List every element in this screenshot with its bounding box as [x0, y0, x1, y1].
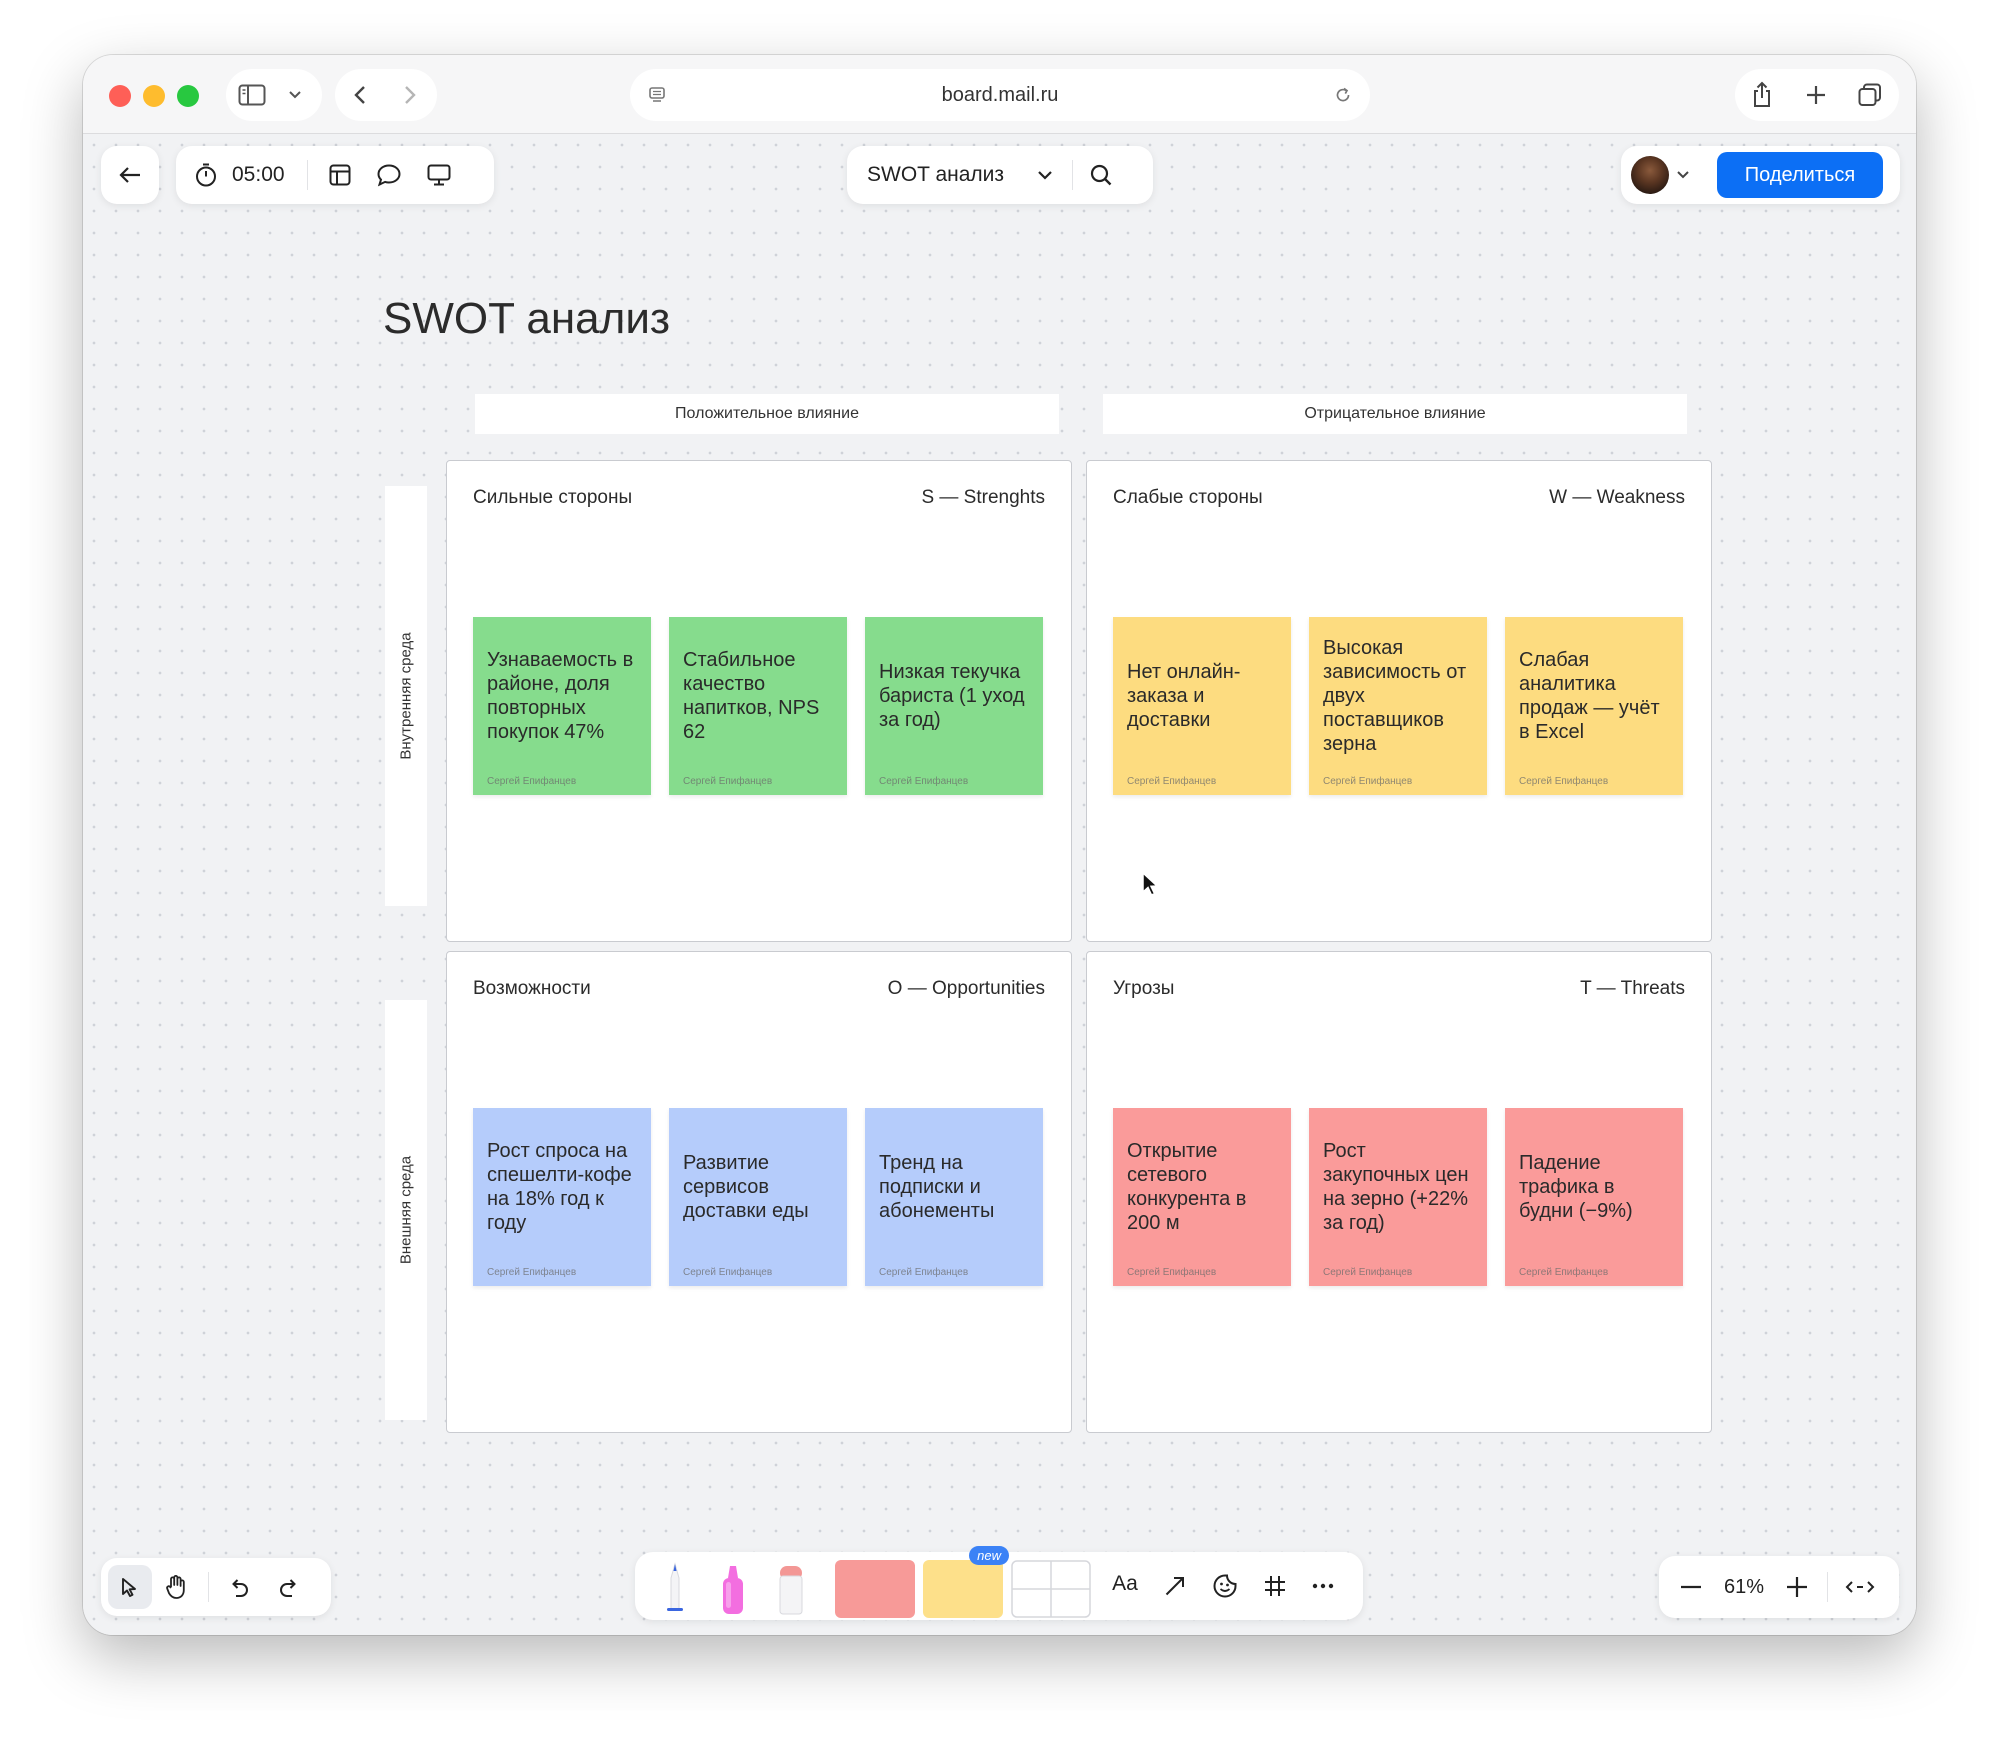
quadrant-title: Сильные стороны	[473, 487, 633, 508]
eraser-icon[interactable]	[769, 1558, 813, 1616]
sticky-note[interactable]: Слабая аналитика продаж — учёт в Excel Се…	[1505, 617, 1683, 795]
quadrant-title: Слабые стороны	[1113, 487, 1263, 508]
quadrant-weaknesses[interactable]: Слабые стороны W — Weakness Нет онлайн-з…	[1086, 460, 1712, 942]
sticky-note[interactable]: Падение трафика в будни (−9%) Сергей Епиф…	[1505, 1108, 1683, 1286]
sidebar-toggle-group	[226, 69, 322, 121]
zoom-level[interactable]: 61%	[1717, 1576, 1771, 1599]
zoom-window-button[interactable]	[177, 85, 199, 107]
address-bar[interactable]: board.mail.ru	[630, 69, 1370, 121]
history-nav-group	[335, 69, 437, 121]
sticky-note[interactable]: Рост закупочных цен на зерно (+22% за го…	[1309, 1108, 1487, 1286]
sticky-note[interactable]: Узнаваемость в районе, доля повторных по…	[473, 617, 651, 795]
column-header-negative: Отрицательное влияние	[1103, 394, 1687, 434]
timer-icon	[196, 163, 216, 187]
browser-titlebar: board.mail.ru	[83, 55, 1916, 134]
reload-icon[interactable]	[1330, 82, 1356, 108]
back-arrow-icon	[119, 167, 140, 183]
mouse-cursor-icon	[1142, 871, 1159, 896]
presentation-icon[interactable]	[414, 146, 464, 204]
search-icon[interactable]	[1073, 146, 1129, 204]
new-tab-icon[interactable]	[1789, 69, 1843, 121]
browser-window: board.mail.ru 05:00 SWOT анализ Поделить…	[83, 55, 1916, 1635]
board-name-panel: SWOT анализ	[847, 146, 1153, 204]
minimize-window-button[interactable]	[143, 85, 165, 107]
sidebar-icon[interactable]	[226, 69, 278, 121]
fit-width-icon[interactable]	[1828, 1556, 1892, 1618]
quadrant-opportunities[interactable]: Возможности O — Opportunities Рост спрос…	[446, 951, 1072, 1433]
row-header-external: Внешняя среда	[385, 1000, 427, 1420]
chevron-down-icon[interactable]	[278, 69, 312, 121]
zoom-panel: 61%	[1659, 1556, 1899, 1618]
close-window-button[interactable]	[109, 85, 131, 107]
more-icon[interactable]	[1303, 1566, 1343, 1606]
sticky-note[interactable]: Низкая текучка бариста (1 уход за год) Се…	[865, 617, 1043, 795]
quadrant-code: W — Weakness	[1549, 487, 1685, 508]
back-arrow-icon[interactable]	[335, 69, 385, 121]
board-tools-panel: 05:00	[176, 146, 494, 204]
quadrant-code: T — Threats	[1580, 978, 1685, 999]
window-actions-group	[1735, 69, 1899, 121]
shape-tool[interactable]	[835, 1560, 915, 1618]
sticky-note[interactable]: Открытие сетевого конкурента в 200 м Серг…	[1113, 1108, 1291, 1286]
avatar[interactable]	[1631, 156, 1669, 194]
share-button[interactable]: Поделиться	[1717, 152, 1883, 198]
minus-icon[interactable]	[1665, 1556, 1717, 1618]
arrow-icon[interactable]	[1155, 1566, 1195, 1606]
divider	[208, 1572, 209, 1602]
text-tool[interactable]: Aa	[1105, 1572, 1145, 1596]
quadrant-strengths[interactable]: Сильные стороны S — Strenghts Узнаваемос…	[446, 460, 1072, 942]
board-canvas[interactable]: 05:00 SWOT анализ Поделиться SWOT анализ…	[83, 134, 1916, 1635]
quadrant-title: Возможности	[473, 978, 591, 999]
timer-value: 05:00	[232, 163, 285, 186]
sticky-note[interactable]: Тренд на подписки и абонементы Сергей Епи…	[865, 1108, 1043, 1286]
collaboration-panel: Поделиться	[1621, 146, 1900, 204]
comment-icon[interactable]	[364, 146, 414, 204]
marker-icon[interactable]	[711, 1558, 755, 1616]
cursor-icon[interactable]	[108, 1565, 152, 1609]
sticky-note[interactable]: Высокая зависимость от двух поставщиков …	[1309, 617, 1487, 795]
quadrant-title: Угрозы	[1113, 978, 1175, 999]
new-badge: new	[969, 1546, 1009, 1565]
column-header-positive: Положительное влияние	[475, 394, 1059, 434]
chevron-down-icon[interactable]	[1032, 146, 1058, 204]
sticky-note[interactable]: Развитие сервисов доставки еды Сергей Епи…	[669, 1108, 847, 1286]
hand-icon[interactable]	[152, 1558, 200, 1616]
sticky-note[interactable]: Рост спроса на спешелти-кофе на 18% год …	[473, 1108, 651, 1286]
board-back-button[interactable]	[101, 146, 159, 204]
table-tool[interactable]	[1011, 1560, 1091, 1618]
url-text: board.mail.ru	[941, 84, 1059, 106]
layout-icon[interactable]	[316, 146, 364, 204]
frame-icon[interactable]	[1255, 1566, 1295, 1606]
forward-arrow-icon[interactable]	[385, 69, 435, 121]
board-title: SWOT анализ	[383, 294, 671, 343]
sticky-note[interactable]: Нет онлайн-заказа и доставки Сергей Епифа…	[1113, 617, 1291, 795]
sticky-note[interactable]: Стабильное качество напитков, NPS 62 Серг…	[669, 617, 847, 795]
quadrant-code: S — Strenghts	[921, 487, 1045, 508]
creation-toolbar: new Aa	[635, 1546, 1363, 1620]
redo-icon[interactable]	[265, 1558, 313, 1616]
sticky-note-tool[interactable]: new	[923, 1546, 1009, 1618]
quadrant-threats[interactable]: Угрозы T — Threats Открытие сетевого кон…	[1086, 951, 1712, 1433]
timer-button[interactable]: 05:00	[194, 162, 285, 188]
quadrant-code: O — Opportunities	[887, 978, 1045, 999]
divider	[306, 160, 308, 190]
board-name-dropdown[interactable]: SWOT анализ	[867, 163, 1004, 187]
plus-icon[interactable]	[1771, 1556, 1823, 1618]
row-header-internal: Внутренняя среда	[385, 486, 427, 906]
share-icon[interactable]	[1735, 69, 1789, 121]
sticker-icon[interactable]	[1205, 1566, 1245, 1606]
undo-icon[interactable]	[213, 1558, 265, 1616]
tabs-overview-icon[interactable]	[1843, 69, 1897, 121]
navigation-tools-panel	[101, 1558, 331, 1616]
chevron-down-icon[interactable]	[1669, 146, 1697, 204]
pen-icon[interactable]	[653, 1558, 697, 1614]
